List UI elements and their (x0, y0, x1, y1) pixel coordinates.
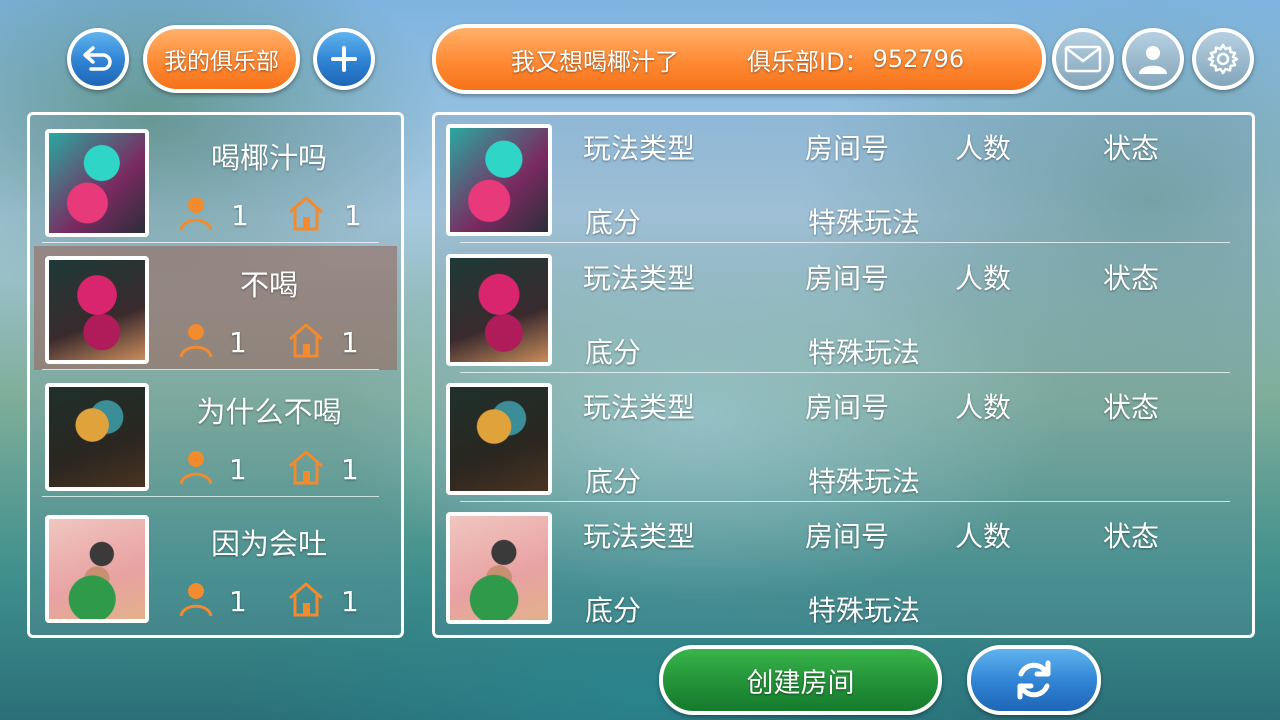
create-room-label: 创建房间 (746, 667, 855, 699)
room-number-label: 房间号 (805, 262, 890, 295)
room-count: 1 (341, 585, 359, 618)
profile-icon (1139, 46, 1167, 74)
room-count-icon (289, 323, 323, 358)
member-count: 1 (231, 199, 249, 232)
create-room-button[interactable]: 创建房间 (659, 645, 942, 715)
room-mode-label: 玩法类型 (583, 391, 696, 424)
room-special-rules-label: 特殊玩法 (808, 206, 921, 239)
refresh-button[interactable] (967, 645, 1101, 715)
room-players-label: 人数 (955, 262, 1012, 295)
club-list-item[interactable]: 因为会吐 1 1 (34, 505, 397, 629)
room-special-rules-label: 特殊玩法 (808, 465, 921, 498)
room-status-label: 状态 (1103, 520, 1160, 553)
member-count: 1 (229, 453, 247, 486)
room-mode-label: 玩法类型 (583, 132, 696, 165)
club-id-label: 俱乐部ID： (747, 47, 869, 76)
my-club-button[interactable]: 我的俱乐部 (143, 25, 300, 93)
club-avatar (45, 515, 149, 623)
room-list-item[interactable]: 玩法类型 房间号 人数 状态 底分 特殊玩法 (435, 503, 1252, 631)
club-list-item[interactable]: 不喝 1 1 (34, 246, 397, 370)
room-status-label: 状态 (1103, 262, 1160, 295)
profile-button[interactable] (1122, 28, 1184, 90)
room-count-icon (289, 582, 323, 617)
room-avatar (446, 512, 552, 624)
member-count: 1 (229, 585, 247, 618)
room-status-label: 状态 (1103, 132, 1160, 165)
club-avatar (45, 256, 149, 364)
room-list-item[interactable]: 玩法类型 房间号 人数 状态 底分 特殊玩法 (435, 115, 1252, 243)
club-name-label: 不喝 (239, 268, 298, 302)
room-list-panel: 玩法类型 房间号 人数 状态 底分 特殊玩法 玩法类型 房间号 人数 状态 底分… (432, 112, 1255, 638)
mail-icon (1064, 45, 1102, 73)
room-avatar (446, 383, 552, 495)
room-number-label: 房间号 (805, 132, 890, 165)
room-count-icon (289, 450, 323, 485)
room-avatar (446, 124, 552, 236)
member-count-icon (179, 451, 213, 485)
room-players-label: 人数 (955, 520, 1012, 553)
back-arrow-icon (83, 46, 112, 71)
member-count-icon (179, 324, 213, 358)
room-count: 1 (341, 453, 359, 486)
member-count: 1 (229, 326, 247, 359)
my-club-label: 我的俱乐部 (164, 49, 279, 75)
club-name-label: 为什么不喝 (196, 395, 342, 429)
member-count-icon (179, 583, 213, 617)
room-mode-label: 玩法类型 (583, 520, 696, 553)
club-avatar (45, 383, 149, 491)
club-list-item[interactable]: 为什么不喝 1 1 (34, 373, 397, 497)
room-base-score-label: 底分 (585, 465, 642, 498)
room-special-rules-label: 特殊玩法 (808, 594, 921, 627)
room-number-label: 房间号 (805, 391, 890, 424)
room-number-label: 房间号 (805, 520, 890, 553)
club-name: 我又想喝椰汁了 (511, 47, 679, 76)
club-info-banner: 我又想喝椰汁了 俱乐部ID： 952796 (432, 24, 1046, 94)
room-base-score-label: 底分 (585, 206, 642, 239)
room-avatar (446, 254, 552, 366)
club-name-label: 因为会吐 (210, 527, 327, 561)
settings-button[interactable] (1192, 28, 1254, 90)
room-players-label: 人数 (955, 132, 1012, 165)
room-list-item[interactable]: 玩法类型 房间号 人数 状态 底分 特殊玩法 (435, 245, 1252, 373)
club-avatar (45, 129, 149, 237)
member-count-icon (179, 197, 213, 231)
club-list-panel: 喝椰汁吗 1 1 不喝 1 1 为什么不喝 1 1 因为会吐 1 1 (27, 112, 404, 638)
room-list-item[interactable]: 玩法类型 房间号 人数 状态 底分 特殊玩法 (435, 374, 1252, 502)
mail-button[interactable] (1052, 28, 1114, 90)
room-base-score-label: 底分 (585, 594, 642, 627)
back-button[interactable] (67, 28, 129, 90)
room-special-rules-label: 特殊玩法 (808, 336, 921, 369)
club-name-label: 喝椰汁吗 (210, 141, 327, 175)
room-base-score-label: 底分 (585, 336, 642, 369)
room-mode-label: 玩法类型 (583, 262, 696, 295)
gear-icon (1207, 43, 1239, 75)
club-list-item[interactable]: 喝椰汁吗 1 1 (34, 119, 397, 243)
add-club-button[interactable] (313, 28, 375, 90)
room-count: 1 (341, 326, 359, 359)
club-id-value: 952796 (872, 45, 965, 73)
room-count: 1 (344, 199, 362, 232)
room-status-label: 状态 (1103, 391, 1160, 424)
refresh-icon (1017, 660, 1051, 700)
room-players-label: 人数 (955, 391, 1012, 424)
plus-icon (331, 46, 357, 72)
room-count-icon (289, 196, 323, 231)
